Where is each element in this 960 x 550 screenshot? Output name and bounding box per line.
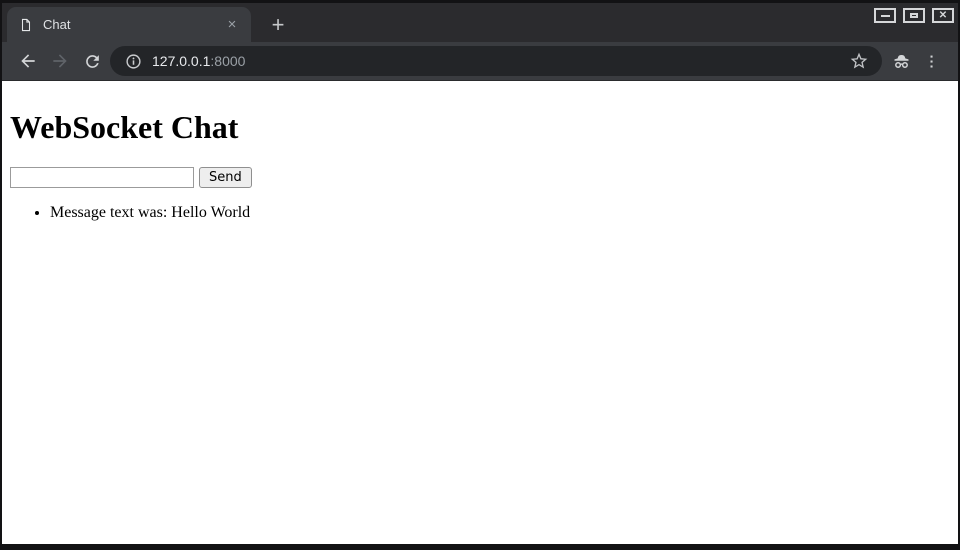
window-close-icon: ✕	[939, 11, 947, 21]
incognito-badge	[886, 46, 916, 76]
close-icon: ×	[228, 17, 237, 32]
menu-button[interactable]	[916, 46, 946, 76]
message-form: Send	[10, 167, 950, 188]
back-arrow-icon	[18, 51, 38, 71]
forward-button[interactable]	[44, 45, 76, 77]
browser-window: Chat × + ✕	[0, 0, 960, 550]
browser-toolbar: 127.0.0.1:8000	[2, 42, 958, 81]
info-icon	[125, 53, 142, 70]
site-info-button[interactable]	[121, 49, 145, 73]
message-list: Message text was: Hello World	[10, 204, 950, 222]
page-content: WebSocket Chat Send Message text was: He…	[2, 81, 958, 544]
incognito-icon	[891, 51, 912, 72]
forward-arrow-icon	[50, 51, 70, 71]
titlebar: Chat × + ✕	[2, 3, 958, 42]
minimize-icon	[881, 15, 890, 17]
new-tab-button[interactable]: +	[262, 9, 294, 41]
send-button[interactable]: Send	[199, 167, 252, 188]
reload-button[interactable]	[76, 45, 108, 77]
plus-icon: +	[272, 12, 285, 38]
address-bar[interactable]: 127.0.0.1:8000	[110, 46, 882, 76]
message-input[interactable]	[10, 167, 194, 188]
page-title: WebSocket Chat	[10, 109, 950, 146]
document-icon	[19, 17, 33, 33]
url-text[interactable]: 127.0.0.1:8000	[152, 53, 245, 69]
list-item: Message text was: Hello World	[50, 204, 950, 222]
maximize-icon	[910, 13, 918, 18]
reload-icon	[83, 52, 102, 71]
tab-title: Chat	[43, 17, 223, 32]
url-port: :8000	[210, 53, 245, 69]
bookmark-button[interactable]	[846, 48, 872, 74]
back-button[interactable]	[12, 45, 44, 77]
tab-chat[interactable]: Chat ×	[7, 7, 251, 42]
minimize-button[interactable]	[874, 8, 896, 23]
maximize-button[interactable]	[903, 8, 925, 23]
kebab-menu-icon	[923, 53, 940, 70]
url-host: 127.0.0.1	[152, 53, 210, 69]
tab-close-button[interactable]: ×	[223, 16, 241, 34]
star-icon	[849, 51, 869, 71]
window-close-button[interactable]: ✕	[932, 8, 954, 23]
window-controls: ✕	[874, 8, 954, 23]
